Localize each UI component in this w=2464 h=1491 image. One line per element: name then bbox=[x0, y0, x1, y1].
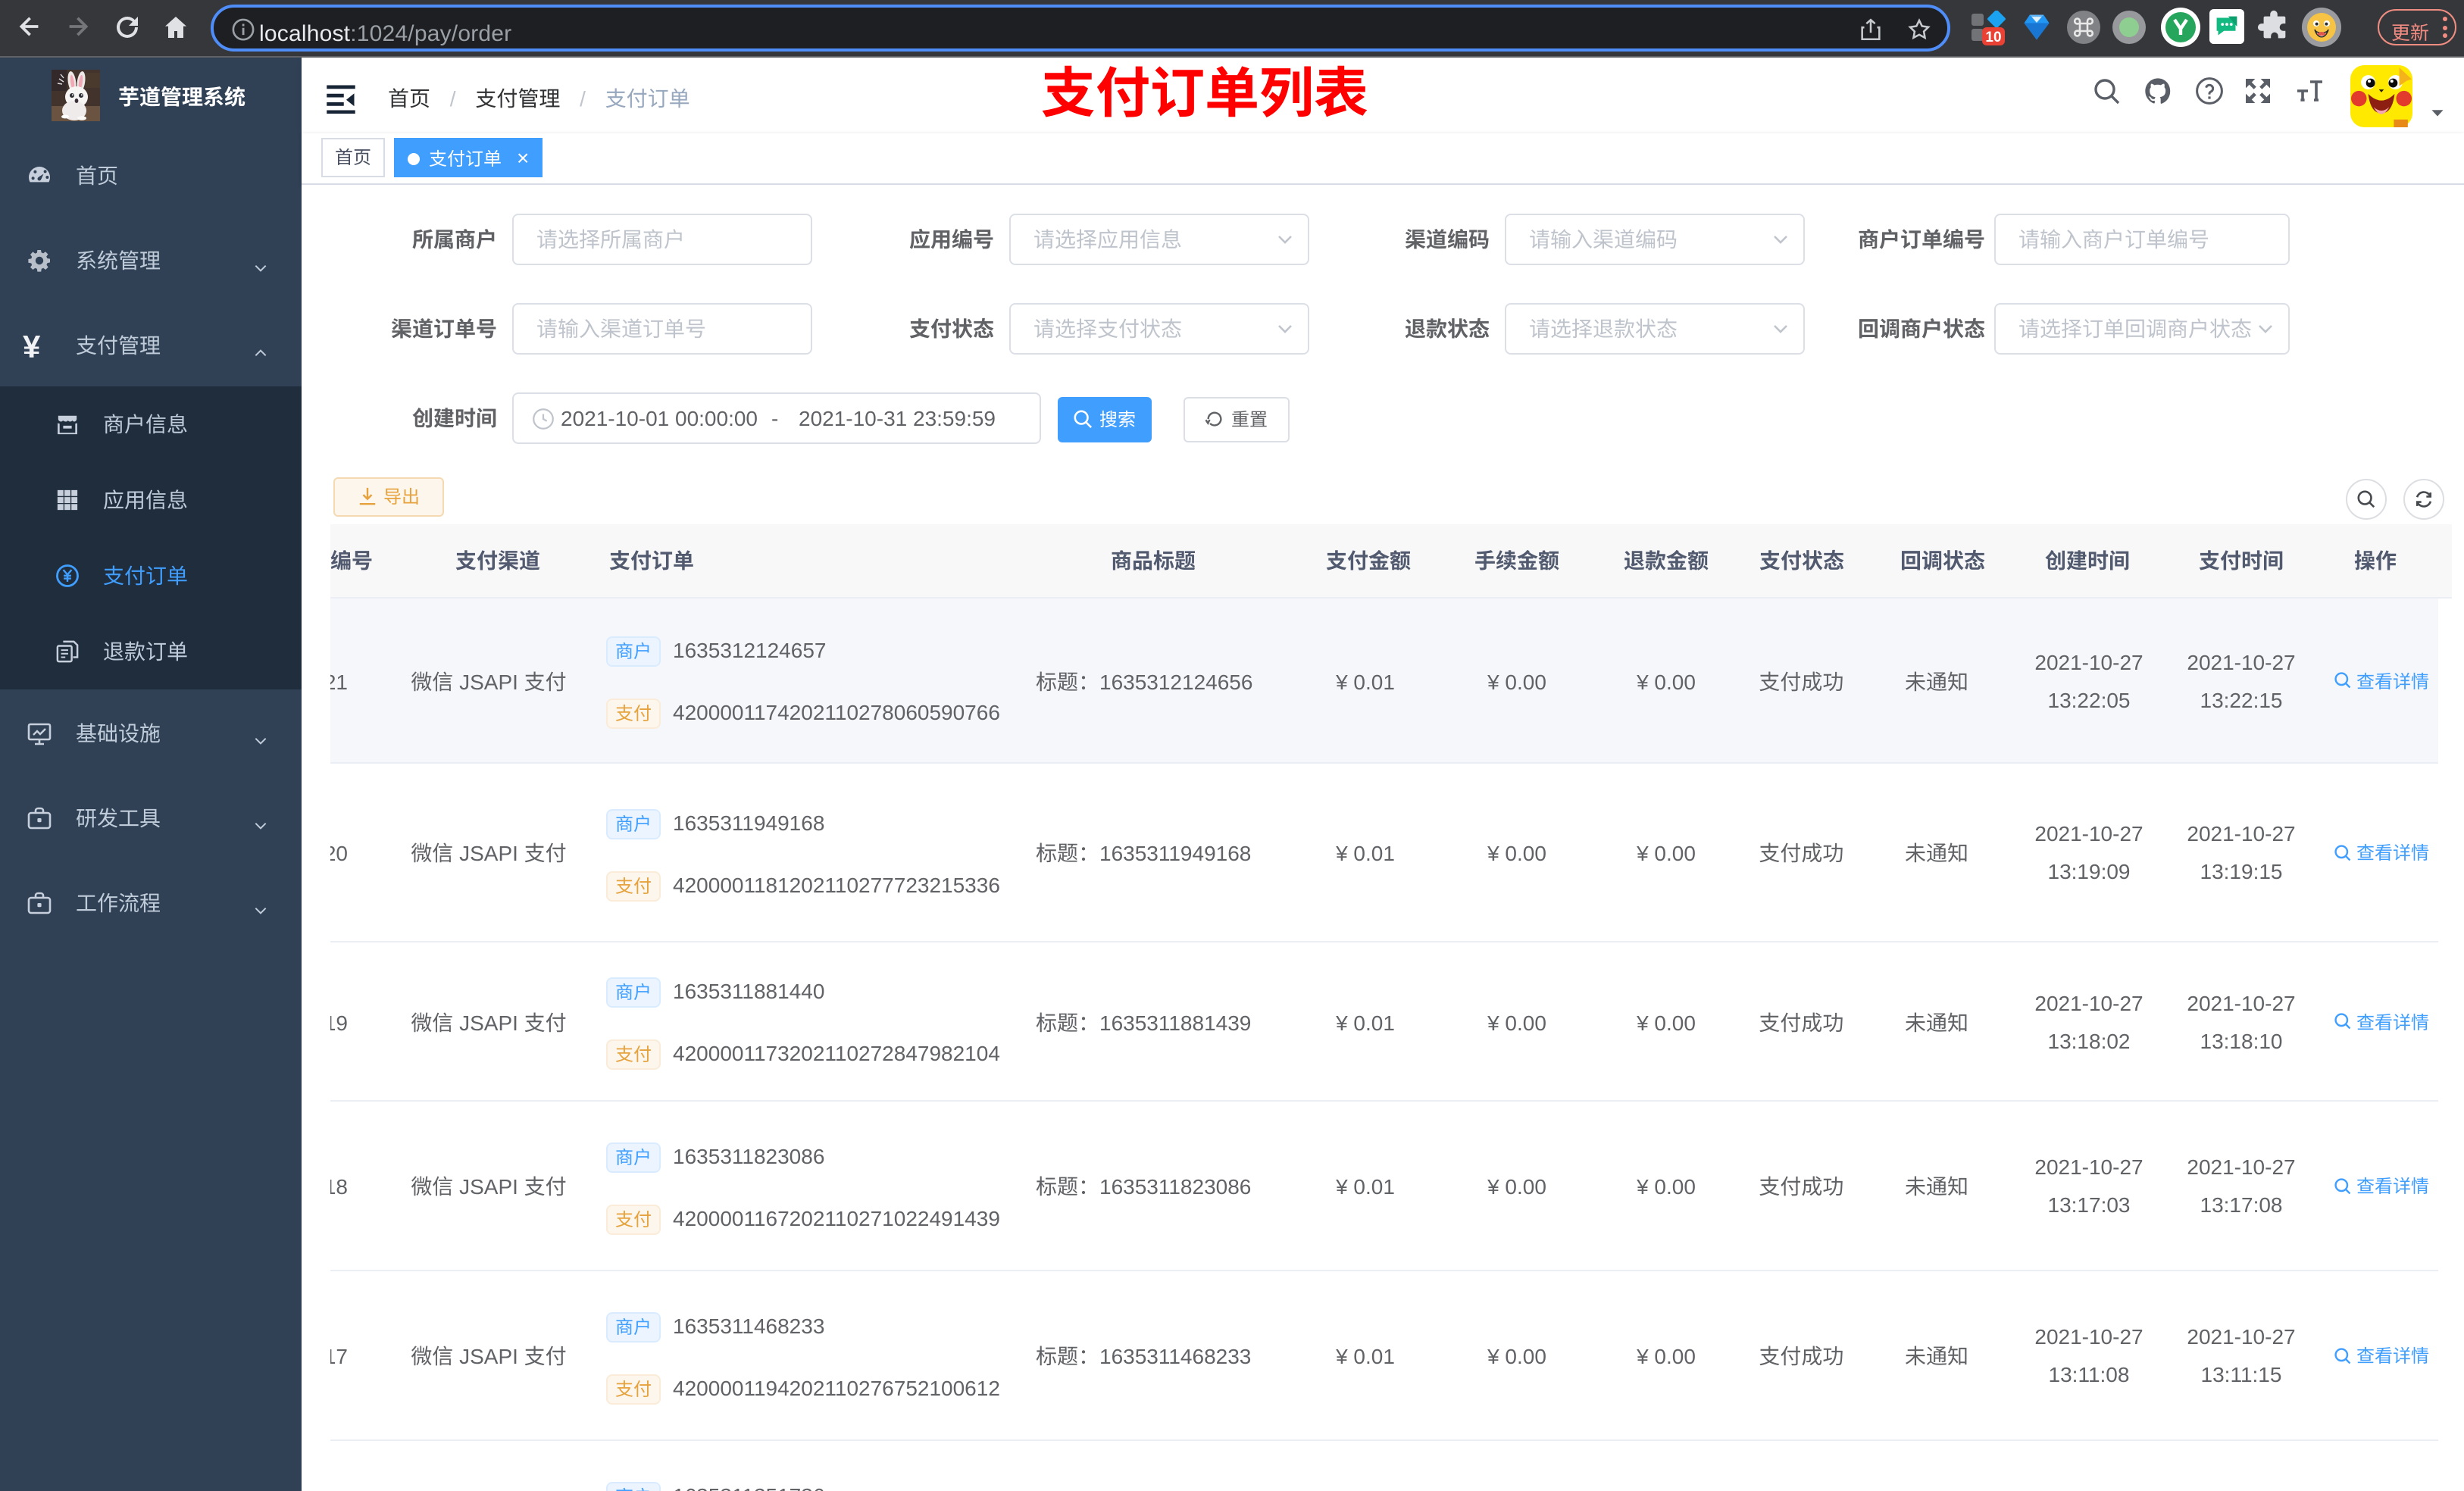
svg-text:10: 10 bbox=[1985, 26, 2001, 46]
